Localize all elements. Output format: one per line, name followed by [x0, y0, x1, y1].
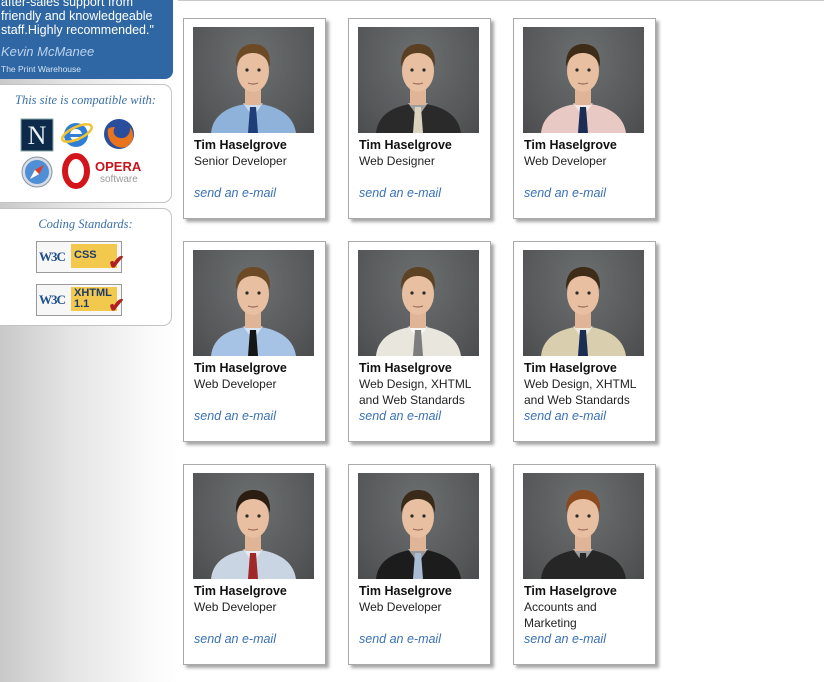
- checkmark-icon: ✔: [108, 252, 125, 274]
- staff-photo: [358, 473, 479, 579]
- staff-role: Web Developer: [194, 377, 277, 391]
- staff-name: Tim Haselgrove: [194, 138, 287, 152]
- firefox-icon[interactable]: [102, 117, 136, 151]
- send-email-link[interactable]: send an e-mail: [359, 409, 441, 423]
- w3c-label: W3C: [39, 292, 66, 307]
- staff-role: Web Design, XHTML and Web Standards: [359, 377, 472, 407]
- staff-name: Tim Haselgrove: [359, 138, 452, 152]
- staff-photo: [523, 250, 644, 356]
- staff-name: Tim Haselgrove: [194, 361, 287, 375]
- testimonial-company: The Print Warehouse: [1, 64, 81, 74]
- staff-name: Tim Haselgrove: [359, 584, 452, 598]
- checkmark-icon: ✔: [108, 295, 125, 317]
- browser-compatibility-box: This site is compatible with: N OPERA so…: [0, 84, 172, 203]
- staff-card: Tim Haselgrove Web Developer send an e-mai…: [183, 464, 326, 665]
- opera-sub: software: [100, 174, 138, 185]
- send-email-link[interactable]: send an e-mail: [194, 409, 276, 423]
- staff-card: Tim Haselgrove Senior Developer send an e-…: [183, 18, 326, 219]
- staff-card: Tim Haselgrove Web Design, XHTML and Web …: [348, 241, 491, 442]
- w3c-label: W3C: [39, 249, 66, 264]
- staff-photo: [358, 250, 479, 356]
- staff-role: Web Developer: [359, 600, 442, 614]
- safari-icon[interactable]: [20, 155, 54, 189]
- testimonial-text: after-sales support from friendly and kn…: [1, 0, 154, 37]
- staff-role: Web Developer: [524, 154, 607, 168]
- send-email-link[interactable]: send an e-mail: [359, 186, 441, 200]
- testimonial-box: after-sales support from friendly and kn…: [0, 0, 173, 79]
- send-email-link[interactable]: send an e-mail: [524, 186, 606, 200]
- top-border: [172, 0, 824, 1]
- staff-photo: [358, 27, 479, 133]
- staff-card: Tim Haselgrove Web Design, XHTML and Web …: [513, 241, 656, 442]
- staff-role: Senior Developer: [194, 154, 287, 168]
- testimonial-author: Kevin McManee: [1, 44, 95, 59]
- opera-icon[interactable]: OPERA software: [60, 153, 146, 189]
- opera-label: OPERA: [95, 159, 142, 174]
- staff-role: Web Developer: [194, 600, 277, 614]
- send-email-link[interactable]: send an e-mail: [194, 632, 276, 646]
- staff-name: Tim Haselgrove: [194, 584, 287, 598]
- staff-photo: [193, 473, 314, 579]
- staff-role: Accounts and Marketing: [524, 600, 597, 630]
- staff-card: Tim Haselgrove Web Developer send an e-mai…: [183, 241, 326, 442]
- w3c-css-badge[interactable]: W3C CSS ✔: [36, 241, 125, 274]
- coding-standards-box: Coding Standards: W3C CSS ✔ W3C XHTML 1.…: [0, 208, 172, 326]
- send-email-link[interactable]: send an e-mail: [359, 632, 441, 646]
- staff-photo: [193, 250, 314, 356]
- compatibility-title: This site is compatible with:: [15, 93, 156, 107]
- staff-card: Tim Haselgrove Web Developer send an e-mai…: [348, 464, 491, 665]
- staff-card: Tim Haselgrove Accounts and Marketing send…: [513, 464, 656, 665]
- svg-text:N: N: [28, 121, 47, 150]
- send-email-link[interactable]: send an e-mail: [524, 632, 606, 646]
- staff-card: Tim Haselgrove Web Designer send an e-mail: [348, 18, 491, 219]
- staff-role: Web Designer: [359, 154, 435, 168]
- staff-name: Tim Haselgrove: [524, 361, 617, 375]
- staff-name: Tim Haselgrove: [524, 138, 617, 152]
- internet-explorer-icon[interactable]: [60, 117, 94, 151]
- staff-card: Tim Haselgrove Web Developer send an e-mai…: [513, 18, 656, 219]
- staff-photo: [193, 27, 314, 133]
- send-email-link[interactable]: send an e-mail: [524, 409, 606, 423]
- netscape-icon[interactable]: N: [20, 118, 54, 152]
- staff-name: Tim Haselgrove: [524, 584, 617, 598]
- staff-role: Web Design, XHTML and Web Standards: [524, 377, 637, 407]
- w3c-xhtml-badge[interactable]: W3C XHTML 1.1 ✔: [36, 284, 125, 317]
- staff-photo: [523, 473, 644, 579]
- sidebar: after-sales support from friendly and kn…: [0, 0, 178, 682]
- staff-photo: [523, 27, 644, 133]
- standards-title: Coding Standards:: [38, 217, 133, 231]
- staff-name: Tim Haselgrove: [359, 361, 452, 375]
- send-email-link[interactable]: send an e-mail: [194, 186, 276, 200]
